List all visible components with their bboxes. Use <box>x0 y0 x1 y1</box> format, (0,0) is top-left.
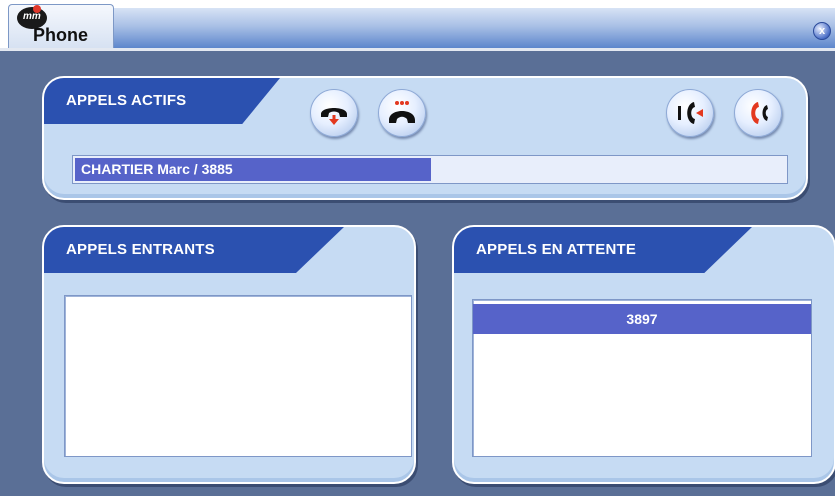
app-tab: mm Phone <box>8 4 114 49</box>
transfer-icon <box>678 102 703 124</box>
incoming-calls-panel: APPELS ENTRANTS <box>42 225 416 484</box>
incoming-calls-title: APPELS ENTRANTS <box>66 241 215 258</box>
waiting-calls-panel: APPELS EN ATTENTE 3897 <box>452 225 835 484</box>
hangup-button[interactable] <box>310 89 358 137</box>
close-button[interactable]: x <box>813 22 831 40</box>
app-title: Phone <box>33 25 89 45</box>
active-calls-title: APPELS ACTIFS <box>66 92 187 109</box>
active-calls-header: APPELS ACTIFS <box>44 78 280 124</box>
phone-hold-icon <box>389 101 415 123</box>
incoming-calls-header: APPELS ENTRANTS <box>44 227 344 273</box>
active-call-row[interactable]: CHARTIER Marc / 3885 <box>72 155 788 184</box>
waiting-calls-list[interactable]: 3897 <box>472 299 812 457</box>
logo-text: mm <box>23 11 41 22</box>
title-divider <box>0 48 835 51</box>
hold-button[interactable] <box>378 89 426 137</box>
hangup-icon <box>321 108 347 125</box>
active-calls-panel: APPELS ACTIFS CHARTIER Marc / 3885 <box>42 76 808 200</box>
phone-window: mm Phone x APPELS ACTIFS CHARTIER Marc /… <box>0 0 835 496</box>
close-icon: x <box>818 25 826 37</box>
transfer-button[interactable] <box>666 89 714 137</box>
incoming-calls-list[interactable] <box>64 295 412 457</box>
active-call-label: CHARTIER Marc / 3885 <box>81 161 233 177</box>
title-bar-gradient <box>110 8 835 48</box>
conference-button[interactable] <box>734 89 782 137</box>
title-bar[interactable]: mm Phone x <box>0 0 835 50</box>
waiting-calls-title: APPELS EN ATTENTE <box>476 241 637 258</box>
conference-icon <box>751 102 768 124</box>
waiting-calls-header: APPELS EN ATTENTE <box>454 227 752 273</box>
waiting-call-row[interactable]: 3897 <box>473 304 811 334</box>
